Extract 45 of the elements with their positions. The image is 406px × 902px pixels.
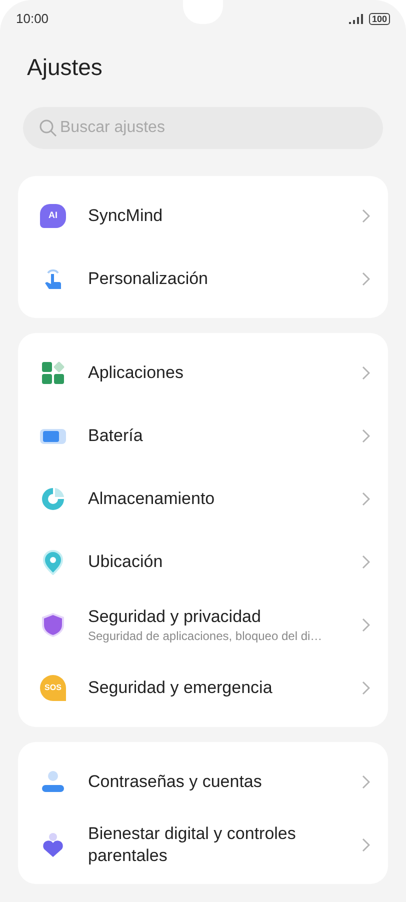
- page-title: Ajustes: [26, 53, 104, 82]
- item-label: Seguridad y privacidad: [88, 606, 262, 628]
- pie-chart-icon: [40, 486, 66, 512]
- chevron-right-icon: [362, 554, 370, 568]
- ai-head-icon: AI: [40, 204, 66, 228]
- item-label: Seguridad y emergencia: [88, 676, 274, 698]
- item-label: Ubicación: [88, 550, 164, 572]
- chevron-right-icon: [362, 272, 370, 286]
- heart-person-icon: [40, 832, 66, 858]
- settings-item[interactable]: Almacenamiento: [18, 467, 388, 530]
- item-label: Almacenamiento: [88, 488, 216, 510]
- status-time: 10:00: [16, 10, 49, 28]
- settings-item[interactable]: Contraseñas y cuentas: [18, 750, 388, 813]
- item-label: Bienestar digital y controles parentales: [88, 822, 297, 866]
- person-icon: [40, 768, 66, 794]
- settings-item[interactable]: Personalización: [18, 247, 388, 310]
- sos-bubble-icon: SOS: [40, 674, 66, 700]
- settings-item[interactable]: Seguridad y privacidad Seguridad de aplicaciones, bloqueo del di…: [18, 593, 388, 656]
- item-label: Batería: [88, 424, 144, 446]
- search-field[interactable]: Buscar ajustes: [23, 107, 383, 149]
- chevron-right-icon: [362, 492, 370, 506]
- battery-indicator: 100: [368, 13, 390, 25]
- item-label: Personalización: [88, 268, 210, 290]
- shield-icon: [40, 612, 66, 638]
- location-pin-icon: [40, 548, 66, 574]
- item-label: Contraseñas y cuentas: [88, 770, 263, 792]
- chevron-right-icon: [362, 428, 370, 442]
- chevron-right-icon: [362, 366, 370, 380]
- item-label: Aplicaciones: [88, 362, 184, 384]
- settings-item[interactable]: SOS Seguridad y emergencia: [18, 656, 388, 719]
- settings-item[interactable]: Aplicaciones: [18, 341, 388, 404]
- settings-item[interactable]: AI SyncMind: [18, 184, 388, 247]
- chevron-right-icon: [362, 618, 370, 632]
- settings-item[interactable]: Batería: [18, 404, 388, 467]
- chevron-right-icon: [362, 680, 370, 694]
- chevron-right-icon: [362, 208, 370, 222]
- item-subtitle: Seguridad de aplicaciones, bloqueo del di…: [88, 628, 324, 644]
- search-icon: [39, 119, 57, 137]
- chevron-right-icon: [362, 838, 370, 852]
- item-label: SyncMind: [88, 204, 164, 226]
- signal-icon: [348, 14, 365, 24]
- settings-item[interactable]: Ubicación: [18, 530, 388, 593]
- settings-item[interactable]: Bienestar digital y controles parentales: [18, 813, 388, 876]
- apps-icon: [40, 360, 66, 386]
- chevron-right-icon: [362, 774, 370, 788]
